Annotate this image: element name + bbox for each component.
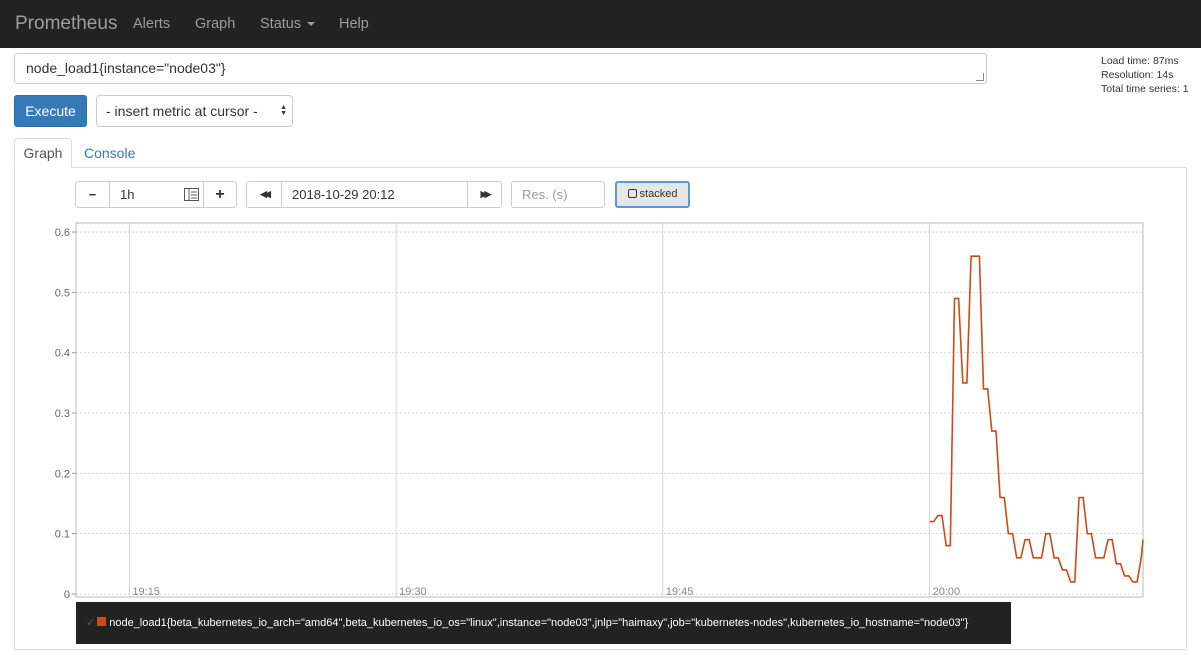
load-time: Load time: 87ms xyxy=(1101,55,1179,67)
metric-select[interactable]: - insert metric at cursor - ▲ ▼ xyxy=(96,95,293,127)
range-increase-button[interactable]: + xyxy=(203,181,237,208)
resolution: Resolution: 14s xyxy=(1101,69,1174,81)
nav-graph[interactable]: Graph xyxy=(195,16,235,32)
tab-graph[interactable]: Graph xyxy=(14,138,72,168)
nav-alerts[interactable]: Alerts xyxy=(133,16,170,32)
nav-status-label: Status xyxy=(260,16,302,32)
y-axis: 0 0.1 0.2 0.3 0.4 0.5 0.6 xyxy=(55,227,76,600)
y-tick-label: 0.1 xyxy=(55,529,70,541)
stacked-label: stacked xyxy=(639,188,678,200)
y-tick-label: 0.5 xyxy=(55,287,70,299)
end-time-input[interactable]: 2018-10-29 20:12 xyxy=(281,181,468,208)
check-icon: ✓ xyxy=(86,617,96,629)
nav-help[interactable]: Help xyxy=(339,16,369,32)
nav-status[interactable]: Status xyxy=(260,16,316,32)
checkbox-icon xyxy=(627,189,637,198)
time-forward-button[interactable]: ▶▶ xyxy=(467,181,502,208)
series-line[interactable] xyxy=(929,255,1144,583)
x-tick-label: 19:15 xyxy=(132,586,160,598)
resolution-input[interactable]: Res. (s) xyxy=(511,181,605,208)
chevron-down-icon xyxy=(307,22,316,27)
total-time-series: Total time series: 1 xyxy=(1101,83,1189,95)
navbar: Prometheus Alerts Graph Status Help xyxy=(0,0,1201,48)
x-tick-label: 19:45 xyxy=(666,586,694,598)
grid-layer xyxy=(76,223,1143,597)
resize-handle-icon[interactable] xyxy=(976,73,984,81)
y-tick-label: 0.4 xyxy=(55,348,70,360)
time-back-button[interactable]: ◀◀ xyxy=(246,181,282,208)
select-arrows-icon: ▲ ▼ xyxy=(280,104,287,117)
range-decrease-button[interactable]: − xyxy=(75,181,110,208)
series-swatch xyxy=(97,617,107,626)
range-input[interactable]: 1h xyxy=(109,181,204,208)
y-tick-label: 0 xyxy=(64,589,70,600)
tab-console[interactable]: Console xyxy=(84,145,135,161)
calendar-icon xyxy=(184,188,199,201)
plot-frame xyxy=(75,222,1144,598)
legend: ✓ node_load1{beta_kubernetes_io_arch="amd… xyxy=(76,602,1011,644)
range-value: 1h xyxy=(120,187,135,202)
query-stats: Load time: 87ms Resolution: 14s Total ti… xyxy=(1101,54,1189,96)
execute-button[interactable]: Execute xyxy=(14,95,87,127)
x-tick-label: 20:00 xyxy=(933,586,961,598)
x-tick-label: 19:30 xyxy=(399,586,427,598)
expression-text: node_load1{instance="node03"} xyxy=(26,60,226,76)
brand-link[interactable]: Prometheus xyxy=(15,13,117,35)
expression-input[interactable]: node_load1{instance="node03"} xyxy=(14,53,987,84)
graph-chart: 0 0.1 0.2 0.3 0.4 0.5 0.6 19:15 19:30 19:45 20:00 xyxy=(55,222,1144,600)
y-tick-label: 0.2 xyxy=(55,468,70,480)
y-tick-label: 0.3 xyxy=(55,408,70,420)
stacked-toggle-button[interactable]: stacked xyxy=(615,181,690,208)
metric-select-label: - insert metric at cursor - xyxy=(106,103,258,119)
x-axis: 19:15 19:30 19:45 20:00 xyxy=(132,586,960,598)
legend-item-label[interactable]: node_load1{beta_kubernetes_io_arch="amd6… xyxy=(109,617,968,629)
y-tick-label: 0.6 xyxy=(55,227,70,239)
